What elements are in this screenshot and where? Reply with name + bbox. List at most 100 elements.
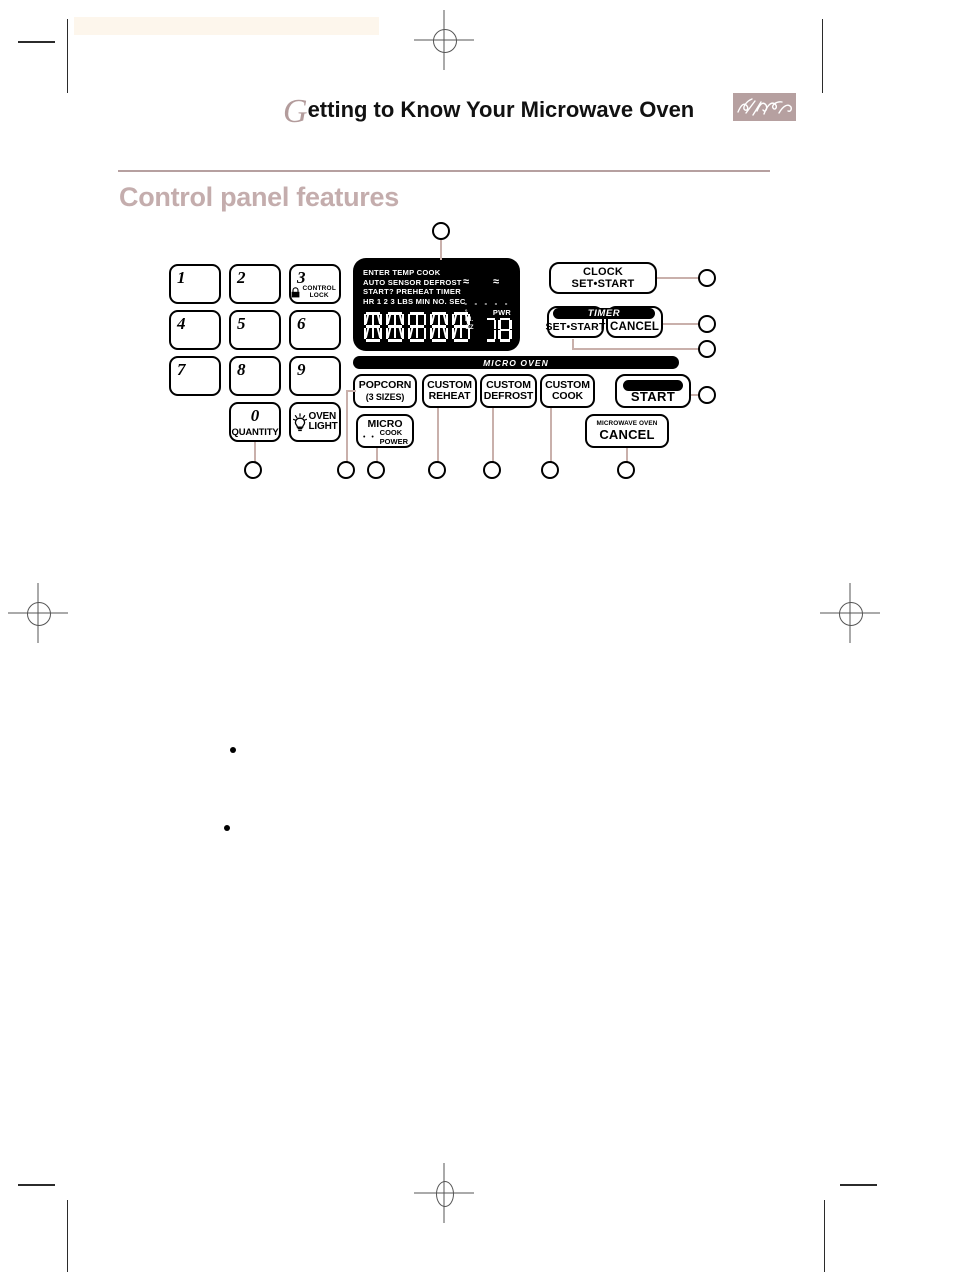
display-dash-row: - - - - - (464, 299, 510, 308)
callout-bubble-timer-set (698, 340, 716, 358)
registration-mark-right (820, 583, 880, 643)
callout-leader-cancel (626, 448, 628, 462)
section-title: Control panel features (119, 182, 399, 212)
seven-segment-digit (485, 318, 496, 342)
clock-label-line1: CLOCK (582, 266, 624, 278)
keypad-key-8-label: 8 (237, 360, 246, 379)
display-units-column: ° IN. OZ (465, 310, 479, 332)
callout-leader-timer-set-h (572, 348, 701, 350)
micro-cook-power-text: COOK POWER (379, 428, 408, 446)
wave-indicator-left: ≈ (463, 276, 470, 288)
display-row-1: ENTER TEMP COOK (363, 268, 441, 277)
callout-leader-timer-cancel (663, 323, 701, 325)
oven-light-text: OVEN LIGHT (308, 410, 338, 432)
control-panel-diagram: 1 2 3 CONTROL LOCK 4 5 6 7 8 9 0 QUANTIT… (160, 222, 760, 492)
callout-leader-popcorn-h (346, 390, 356, 392)
clock-set-start-button[interactable]: CLOCK SET•START (549, 262, 657, 294)
callout-bubble-cancel (617, 461, 635, 479)
display-pwr-label: PWR (492, 308, 511, 317)
crop-mark-bottom-right-v (824, 1200, 825, 1272)
popcorn-button[interactable]: POPCORN (3 SIZES) (353, 374, 417, 408)
callout-leader-custom-reheat (437, 408, 439, 462)
timer-banner: TIMER (553, 308, 655, 319)
display-main-digits (363, 312, 471, 342)
control-lock-group: CONTROL LOCK (291, 285, 336, 299)
micro-power-dots: • • (363, 434, 376, 441)
unit-in: IN. (465, 317, 474, 324)
display-power-digits (485, 318, 512, 342)
micro-cook-power-button[interactable]: MICRO • • COOK POWER (356, 414, 414, 448)
callout-bubble-display (432, 222, 450, 240)
keypad-key-0-label: 0 (250, 406, 260, 425)
timer-set-start-label: SET•START (545, 321, 606, 333)
seven-segment-digit (407, 312, 427, 342)
custom-reheat-button[interactable]: CUSTOM REHEAT (422, 374, 477, 408)
page-title-rest: etting to Know Your Microwave Oven (307, 97, 695, 122)
registration-mark-top (414, 10, 474, 70)
callout-leader-custom-cook (550, 408, 552, 462)
crop-mark-top-right-v (822, 19, 823, 93)
callout-bubble-custom-cook (541, 461, 559, 479)
brand-signature-mark (733, 93, 796, 121)
padlock-icon (292, 286, 300, 297)
oven-light-button[interactable]: OVEN LIGHT (289, 402, 341, 442)
crop-mark-bottom-left-v (67, 1200, 68, 1272)
callout-bubble-timer-cancel (698, 315, 716, 333)
callout-leader-custom-defrost (492, 408, 494, 462)
callout-bubble-micro-power (367, 461, 385, 479)
crop-mark-bottom-left-h (18, 1184, 55, 1186)
keypad-key-4[interactable]: 4 (169, 310, 221, 350)
timer-cancel-label: CANCEL (609, 321, 660, 333)
callout-bubble-custom-reheat (428, 461, 446, 479)
keypad-key-8[interactable]: 8 (229, 356, 281, 396)
crop-mark-bottom-right-h (840, 1184, 877, 1186)
registration-mark-bottom (414, 1163, 474, 1223)
seven-segment-digit (429, 312, 449, 342)
crop-mark-top-left-h (18, 41, 55, 43)
keypad-key-3-control-lock[interactable]: 3 CONTROL LOCK (289, 264, 341, 304)
seven-segment-digit (363, 312, 383, 342)
popcorn-label-line2: (3 SIZES) (365, 391, 405, 402)
keypad-key-1-label: 1 (177, 268, 186, 287)
keypad-key-1[interactable]: 1 (169, 264, 221, 304)
callout-leader-clock (657, 277, 701, 279)
custom-defrost-button[interactable]: CUSTOM DEFROST (480, 374, 537, 408)
seven-segment-digit (498, 318, 512, 342)
popcorn-label-line1: POPCORN (358, 379, 412, 392)
keypad-key-7-label: 7 (177, 360, 186, 379)
crop-mark-top-left-v (67, 19, 68, 93)
page-title-dropcap: G (283, 93, 308, 130)
display-indicator-rows: ENTER TEMP COOK AUTO SENSOR DEFROST STAR… (363, 268, 466, 306)
start-button[interactable]: START (615, 374, 691, 408)
callout-leader-quantity (254, 442, 256, 462)
callout-bubble-clock (698, 269, 716, 287)
keypad-key-9-label: 9 (297, 360, 306, 379)
keypad-key-0-quantity[interactable]: 0 QUANTITY (229, 402, 281, 442)
registration-mark-left (8, 583, 68, 643)
keypad-key-5[interactable]: 5 (229, 310, 281, 350)
callout-leader-popcorn (346, 390, 348, 462)
callout-bubble-popcorn (337, 461, 355, 479)
keypad-key-2[interactable]: 2 (229, 264, 281, 304)
microwave-oven-cancel-button[interactable]: MICROWAVE OVEN CANCEL (585, 414, 669, 448)
callout-bubble-custom-defrost (483, 461, 501, 479)
keypad-key-6[interactable]: 6 (289, 310, 341, 350)
clock-label-line2: SET•START (571, 278, 635, 290)
custom-reheat-line2: REHEAT (428, 390, 471, 402)
page-header: Getting to Know Your Microwave Oven (283, 95, 803, 131)
keypad-key-9[interactable]: 9 (289, 356, 341, 396)
custom-cook-line2: COOK (551, 390, 584, 402)
callout-bubble-start (698, 386, 716, 404)
timer-banner-label: TIMER (587, 308, 621, 319)
wave-indicator-right: ≈ (493, 276, 500, 288)
keypad-key-7[interactable]: 7 (169, 356, 221, 396)
unit-degree: ° (465, 310, 468, 316)
lightbulb-icon (292, 412, 307, 431)
micro-oven-banner: MICRO OVEN (353, 356, 679, 369)
custom-cook-button[interactable]: CUSTOM COOK (540, 374, 595, 408)
keypad-key-5-label: 5 (237, 314, 246, 333)
callout-leader-micro-power (376, 448, 378, 462)
display-screen: ENTER TEMP COOK AUTO SENSOR DEFROST STAR… (353, 258, 520, 351)
keypad-key-4-label: 4 (177, 314, 186, 333)
seven-segment-digit (385, 312, 405, 342)
